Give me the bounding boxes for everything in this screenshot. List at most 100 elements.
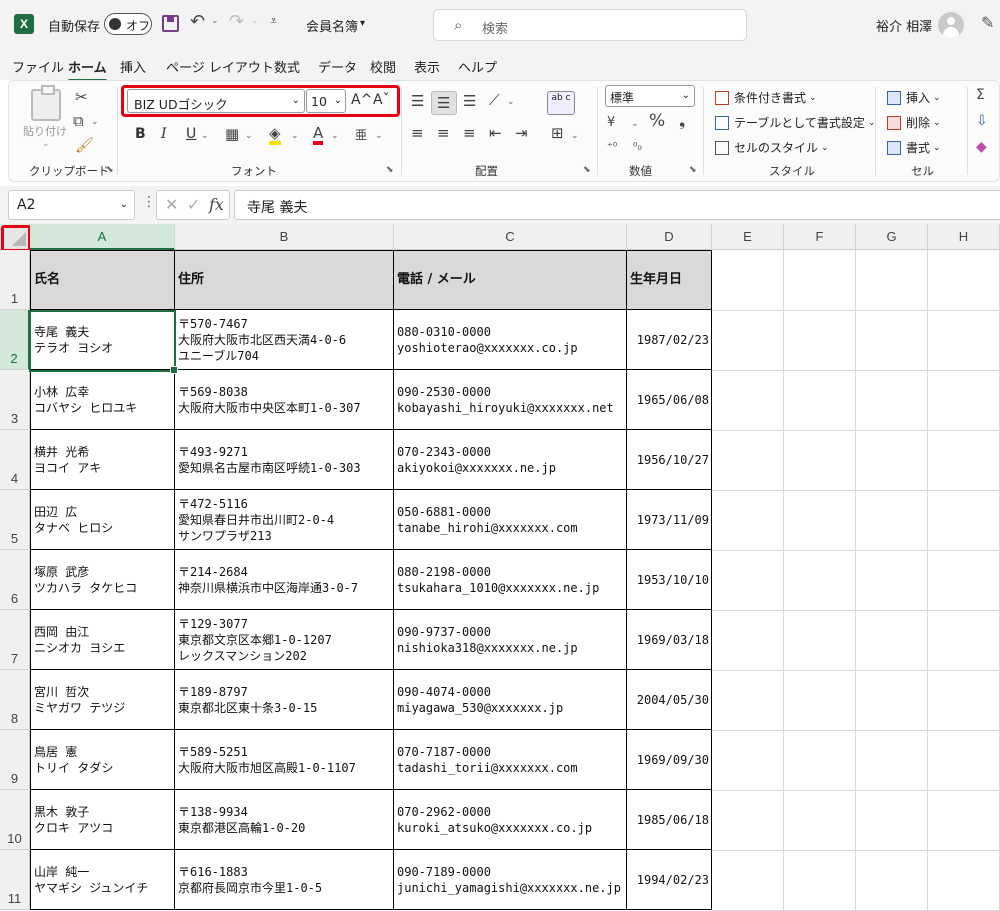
- column-header-c[interactable]: C: [394, 224, 627, 250]
- decrease-decimal-icon[interactable]: ⁰₀: [633, 139, 642, 155]
- chevron-down-icon[interactable]: ⌄: [507, 97, 515, 107]
- birthdate-cell[interactable]: 1985/06/18: [627, 790, 712, 850]
- column-header-h[interactable]: H: [928, 224, 1000, 250]
- phonetic-guide-icon[interactable]: 亜: [355, 127, 367, 143]
- percent-button[interactable]: %: [649, 113, 665, 130]
- header-cell-contact[interactable]: 電話 / メール: [394, 250, 627, 310]
- address-cell[interactable]: 〒472-5116 愛知県春日井市出川町2-0-4 サンワプラザ213: [175, 490, 394, 550]
- row-header-11[interactable]: 11: [0, 850, 30, 910]
- number-format-select[interactable]: 標準 ⌄: [605, 85, 695, 107]
- name-cell[interactable]: 宮川 哲次 ミヤガワ テツジ: [30, 670, 175, 730]
- comma-style-button[interactable]: ❟: [679, 113, 685, 129]
- currency-format-icon[interactable]: ¥: [607, 115, 615, 131]
- chevron-down-icon[interactable]: ▾: [360, 18, 365, 29]
- undo-icon[interactable]: ↶: [190, 11, 205, 32]
- name-cell[interactable]: 西岡 由江 ニシオカ ヨシエ: [30, 610, 175, 670]
- increase-indent-icon[interactable]: ⇥: [515, 125, 528, 141]
- address-cell[interactable]: 〒616-1883 京都府長岡京市今里1-0-5: [175, 850, 394, 910]
- address-cell[interactable]: 〒569-8038 大阪府大阪市中央区本町1-0-307: [175, 370, 394, 430]
- increase-decimal-icon[interactable]: ⁺⁰: [607, 139, 617, 155]
- font-color-icon[interactable]: A: [313, 125, 324, 145]
- italic-button[interactable]: I: [161, 126, 167, 142]
- decrease-indent-icon[interactable]: ⇤: [489, 125, 502, 141]
- conditional-formatting-button[interactable]: 条件付き書式 ⌄: [715, 89, 817, 106]
- dialog-launcher-icon[interactable]: ⬊: [386, 165, 394, 175]
- contact-cell[interactable]: 090-7189-0000 junichi_yamagishi@xxxxxxx.n…: [394, 850, 627, 910]
- name-cell[interactable]: 塚原 武彦 ツカハラ タケヒコ: [30, 550, 175, 610]
- paste-icon[interactable]: [31, 85, 61, 121]
- save-icon[interactable]: [162, 15, 179, 32]
- worksheet-grid[interactable]: A B C D E F G H 1 氏名 住所 電話 / メール 生年月日 2寺…: [0, 224, 1000, 911]
- birthdate-cell[interactable]: 1994/02/23: [627, 850, 712, 910]
- clear-icon[interactable]: ◆: [976, 139, 987, 155]
- tab-review[interactable]: 校閲: [370, 57, 396, 76]
- header-cell-address[interactable]: 住所: [175, 250, 394, 310]
- cancel-icon[interactable]: ✕: [165, 195, 178, 214]
- row-header-2[interactable]: 2: [0, 310, 30, 370]
- row-header-5[interactable]: 5: [0, 490, 30, 550]
- address-cell[interactable]: 〒129-3077 東京都文京区本郷1-0-1207 レックスマンション202: [175, 610, 394, 670]
- contact-cell[interactable]: 070-7187-0000 tadashi_torii@xxxxxxx.com: [394, 730, 627, 790]
- birthdate-cell[interactable]: 1987/02/23: [627, 310, 712, 370]
- delete-cells-button[interactable]: 削除 ⌄: [887, 114, 941, 131]
- align-middle-button[interactable]: ☰: [431, 91, 457, 115]
- header-cell-birthdate[interactable]: 生年月日: [627, 250, 712, 310]
- tab-home[interactable]: ホーム: [68, 57, 107, 82]
- row-header-9[interactable]: 9: [0, 730, 30, 790]
- row-header-8[interactable]: 8: [0, 670, 30, 730]
- birthdate-cell[interactable]: 1953/10/10: [627, 550, 712, 610]
- tab-formulas[interactable]: 数式: [274, 57, 300, 76]
- align-center-icon[interactable]: ≡: [437, 125, 450, 141]
- chevron-down-icon[interactable]: ⌄: [245, 131, 253, 141]
- more-vertical-icon[interactable]: ⋮: [142, 194, 156, 210]
- column-header-d[interactable]: D: [627, 224, 712, 250]
- undo-dropdown-icon[interactable]: ⌄: [211, 16, 219, 26]
- row-header-6[interactable]: 6: [0, 550, 30, 610]
- contact-cell[interactable]: 090-9737-0000 nishioka318@xxxxxxx.ne.jp: [394, 610, 627, 670]
- redo-icon[interactable]: ↷: [229, 11, 244, 32]
- row-header-7[interactable]: 7: [0, 610, 30, 670]
- name-cell[interactable]: 田辺 広タナベ ヒロシ: [30, 490, 175, 550]
- contact-cell[interactable]: 050-6881-0000 tanabe_hirohi@xxxxxxx.com: [394, 490, 627, 550]
- contact-cell[interactable]: 080-2198-0000 tsukahara_1010@xxxxxxx.ne.j…: [394, 550, 627, 610]
- tab-page-layout[interactable]: ページ レイアウト: [166, 57, 274, 76]
- chevron-down-icon[interactable]: ⌄: [375, 131, 383, 141]
- contact-cell[interactable]: 090-4074-0000 miyagawa_530@xxxxxxx.jp: [394, 670, 627, 730]
- birthdate-cell[interactable]: 2004/05/30: [627, 670, 712, 730]
- row-header-4[interactable]: 4: [0, 430, 30, 490]
- avatar[interactable]: [938, 12, 964, 38]
- fill-color-icon[interactable]: ◈: [269, 125, 281, 145]
- customize-toolbar-icon[interactable]: ⩡: [270, 14, 277, 29]
- name-box[interactable]: A2 ⌄: [8, 190, 135, 220]
- chevron-down-icon[interactable]: ⌄: [331, 131, 339, 141]
- bold-button[interactable]: B: [135, 126, 146, 142]
- borders-icon[interactable]: ▦: [225, 126, 239, 142]
- row-header-1[interactable]: 1: [0, 250, 30, 310]
- column-header-e[interactable]: E: [712, 224, 784, 250]
- autosum-button[interactable]: Σ: [976, 87, 985, 103]
- birthdate-cell[interactable]: 1965/06/08: [627, 370, 712, 430]
- tab-file[interactable]: ファイル: [12, 57, 64, 76]
- format-painter-icon[interactable]: 🖌: [75, 137, 94, 153]
- column-header-a[interactable]: A: [30, 224, 175, 250]
- format-cells-button[interactable]: 書式 ⌄: [887, 139, 941, 156]
- name-cell[interactable]: 山岸 純一 ヤマギシ ジュンイチ: [30, 850, 175, 910]
- document-title[interactable]: 会員名簿: [306, 16, 358, 35]
- insert-function-button[interactable]: fx: [209, 195, 224, 214]
- align-left-icon[interactable]: ≡: [411, 125, 424, 141]
- contact-cell[interactable]: 080-0310-0000 yoshioterao@xxxxxxx.co.jp: [394, 310, 627, 370]
- chevron-down-icon[interactable]: ⌄: [42, 139, 50, 149]
- align-right-icon[interactable]: ≡: [463, 125, 476, 141]
- format-as-table-button[interactable]: テーブルとして書式設定 ⌄: [715, 114, 875, 131]
- birthdate-cell[interactable]: 1956/10/27: [627, 430, 712, 490]
- redo-dropdown-icon[interactable]: ⌄: [251, 16, 259, 26]
- align-bottom-icon[interactable]: ☰: [463, 93, 476, 109]
- column-header-g[interactable]: G: [856, 224, 928, 250]
- address-cell[interactable]: 〒589-5251 大阪府大阪市旭区高殿1-0-1107: [175, 730, 394, 790]
- address-cell[interactable]: 〒493-9271 愛知県名古屋市南区呼続1-0-303: [175, 430, 394, 490]
- confirm-icon[interactable]: ✓: [187, 195, 200, 214]
- cut-icon[interactable]: ✂: [75, 89, 88, 105]
- contact-cell[interactable]: 090-2530-0000 kobayashi_hiroyuki@xxxxxxx.…: [394, 370, 627, 430]
- address-cell[interactable]: 〒214-2684 神奈川県横浜市中区海岸通3-0-7: [175, 550, 394, 610]
- birthdate-cell[interactable]: 1969/09/30: [627, 730, 712, 790]
